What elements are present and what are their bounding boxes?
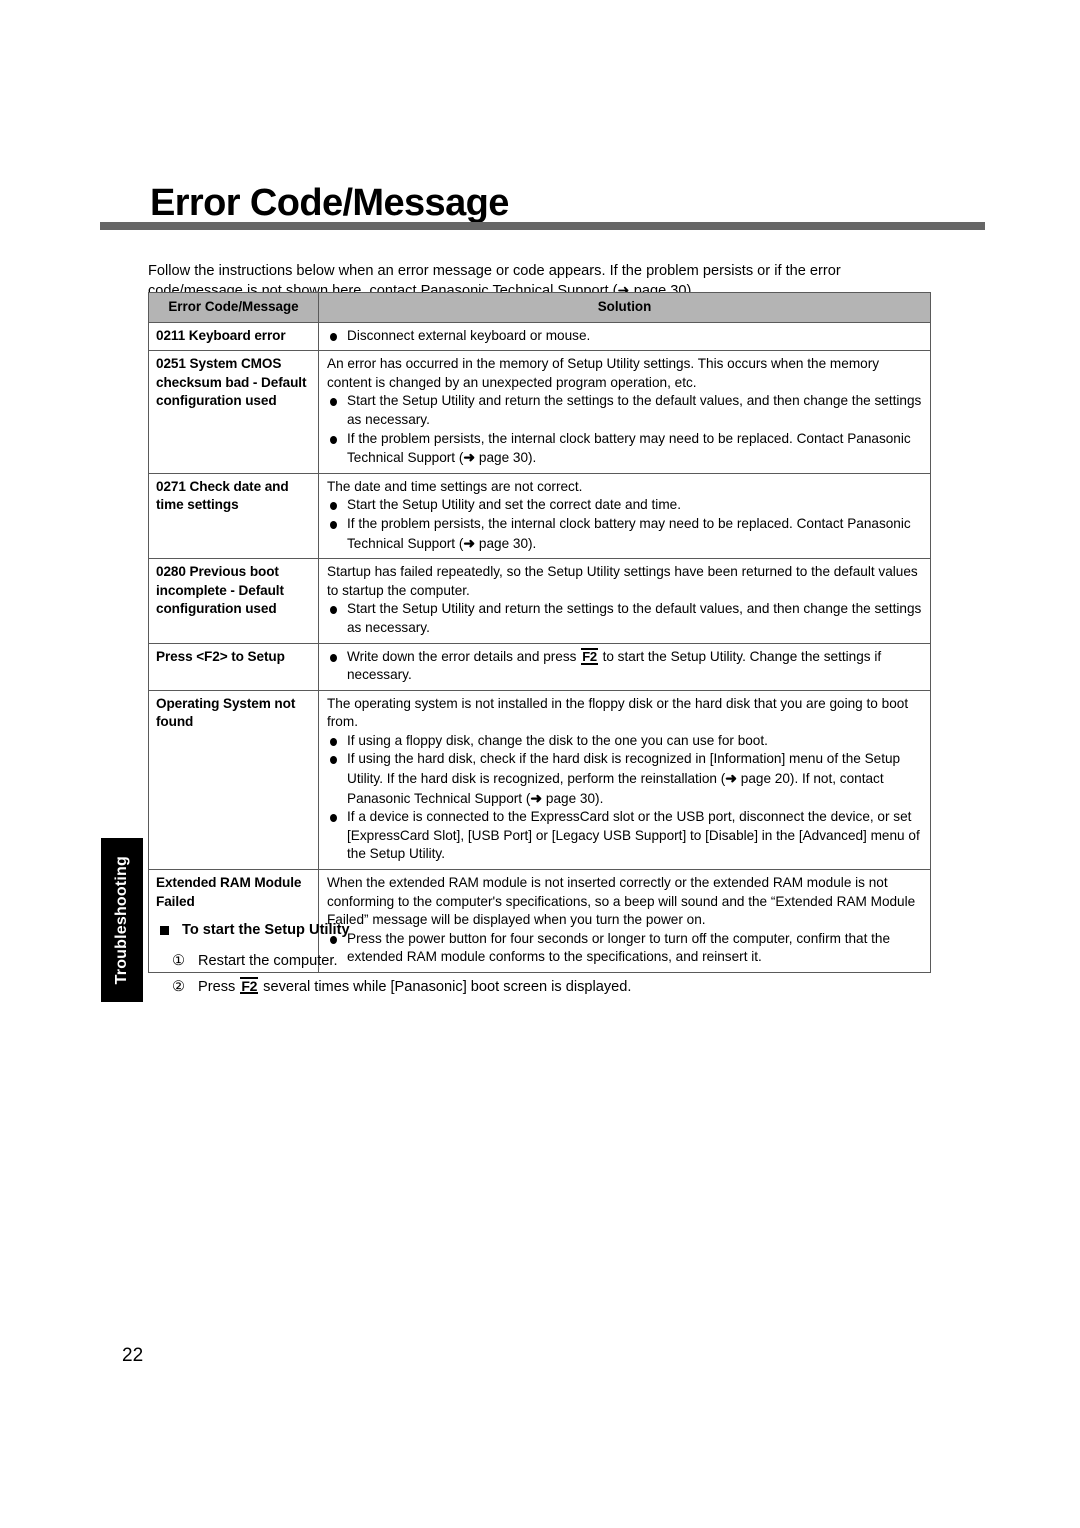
table-body: 0211 Keyboard error Disconnect external k… <box>148 321 931 973</box>
title-divider-rule <box>100 222 985 230</box>
solution-bullet-item: Write down the error details and press F… <box>327 647 923 685</box>
solution-bullet-item: Start the Setup Utility and return the s… <box>327 600 923 637</box>
solution-bullet-item: Start the Setup Utility and set the corr… <box>327 496 923 515</box>
cell-solution: Startup has failed repeatedly, so the Se… <box>318 558 931 644</box>
table-row: 0271 Check date and time settings The dat… <box>148 472 931 560</box>
solution-bullet-list: Start the Setup Utility and set the corr… <box>327 496 923 553</box>
note-step-text: Restart the computer. <box>198 953 338 969</box>
page-title: Error Code/Message <box>150 182 509 225</box>
cell-error-code: Operating System not found <box>148 689 319 871</box>
step-marker-icon: ② <box>172 979 186 995</box>
side-tab-label: Troubleshooting <box>113 855 130 985</box>
step-marker-icon: ① <box>172 953 186 969</box>
solution-bullet-list: Start the Setup Utility and return the s… <box>327 600 923 637</box>
solution-bullet-list: Write down the error details and press F… <box>327 647 923 685</box>
solution-bullet-item: If using a floppy disk, change the disk … <box>327 732 923 751</box>
solution-bullet-list: Disconnect external keyboard or mouse. <box>327 327 923 346</box>
note-heading: To start the Setup Utility <box>160 920 940 940</box>
column-header-error-code: Error Code/Message <box>148 292 319 323</box>
note-step-item: ① Restart the computer. <box>160 948 940 974</box>
cell-error-code: 0271 Check date and time settings <box>148 472 319 560</box>
keycap-f2: F2 <box>581 647 598 665</box>
note-step-text: Press F2 several times while [Panasonic]… <box>198 977 632 995</box>
solution-lead-text: Startup has failed repeatedly, so the Se… <box>327 564 918 598</box>
cell-solution: The date and time settings are not corre… <box>318 472 931 560</box>
solution-bullet-item: If using the hard disk, check if the har… <box>327 750 923 808</box>
cell-solution: Write down the error details and press F… <box>318 642 931 691</box>
column-header-solution: Solution <box>318 292 931 323</box>
solution-bullet-list: Start the Setup Utility and return the s… <box>327 392 923 467</box>
solution-bullet-item: Start the Setup Utility and return the s… <box>327 392 923 429</box>
table-row: 0280 Previous boot incomplete - Default … <box>148 558 931 644</box>
cell-error-code: 0280 Previous boot incomplete - Default … <box>148 558 319 644</box>
page-reference-arrow-icon: ➜ <box>725 770 738 787</box>
note-steps-list: ① Restart the computer. ② Press F2 several … <box>160 948 940 1000</box>
table-row: Operating System not found The operating … <box>148 689 931 871</box>
document-page: Error Code/Message Follow the instructio… <box>0 0 1080 1528</box>
solution-lead-text: An error has occurred in the memory of S… <box>327 356 880 390</box>
solution-bullet-item: If the problem persists, the internal cl… <box>327 430 923 468</box>
keycap-f2: F2 <box>240 977 259 994</box>
cell-error-code: Press <F2> to Setup <box>148 642 319 691</box>
table-row: Press <F2> to Setup Write down the error … <box>148 642 931 691</box>
solution-lead-text: The operating system is not installed in… <box>327 695 909 730</box>
table-header-row: Error Code/Message Solution <box>148 292 931 323</box>
cell-solution: Disconnect external keyboard or mouse. <box>318 321 931 352</box>
table-row: 0251 System CMOS checksum bad - Default … <box>148 350 931 474</box>
error-code-table: Error Code/Message Solution 0211 Keyboar… <box>148 292 931 973</box>
cell-solution: An error has occurred in the memory of S… <box>318 350 931 474</box>
page-reference-arrow-icon: ➜ <box>463 449 476 466</box>
table-row: 0211 Keyboard error Disconnect external k… <box>148 321 931 352</box>
solution-lead-text: The date and time settings are not corre… <box>327 478 583 494</box>
page-reference-arrow-icon: ➜ <box>530 789 543 806</box>
cell-error-code: 0251 System CMOS checksum bad - Default … <box>148 350 319 474</box>
cell-solution: The operating system is not installed in… <box>318 689 931 871</box>
cell-error-code: 0211 Keyboard error <box>148 321 319 352</box>
side-tab-troubleshooting: Troubleshooting <box>101 838 143 1002</box>
solution-bullet-list: If using a floppy disk, change the disk … <box>327 732 923 864</box>
solution-bullet-item: If the problem persists, the internal cl… <box>327 515 923 553</box>
note-step-item: ② Press F2 several times while [Panasonic… <box>160 974 940 1000</box>
setup-utility-note: To start the Setup Utility ① Restart the … <box>160 920 940 1000</box>
solution-bullet-item: Disconnect external keyboard or mouse. <box>327 327 923 346</box>
page-number: 22 <box>122 1345 144 1366</box>
page-reference-arrow-icon: ➜ <box>463 534 476 551</box>
solution-bullet-item: If a device is connected to the ExpressC… <box>327 808 923 864</box>
